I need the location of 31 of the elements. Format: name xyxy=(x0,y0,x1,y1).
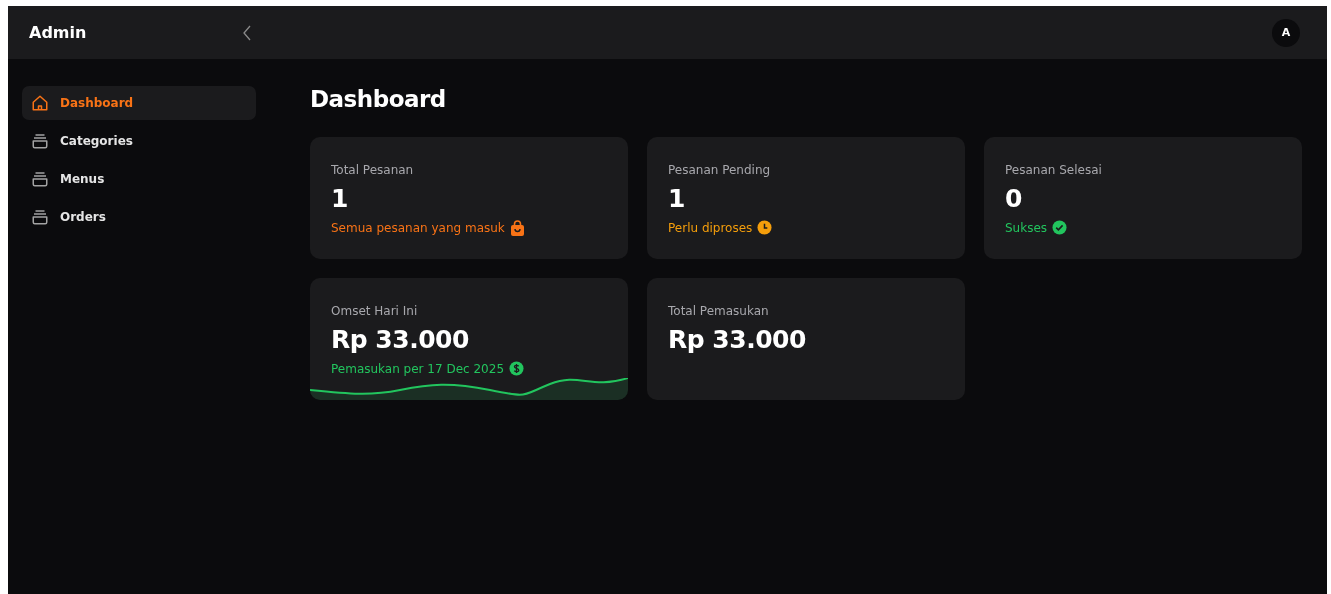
card-note: Semua pesanan yang masuk xyxy=(331,221,505,235)
card-value: Rp 33.000 xyxy=(668,325,806,354)
tray-icon xyxy=(31,132,49,150)
chevron-left-icon xyxy=(242,24,252,41)
clock-icon xyxy=(757,220,773,235)
tray-icon xyxy=(31,170,49,188)
dollar-icon xyxy=(509,361,524,376)
bag-icon xyxy=(509,220,525,236)
sidebar-item[interactable]: Categories xyxy=(22,124,256,158)
tray-icon xyxy=(31,208,49,226)
collapse-button[interactable] xyxy=(242,24,252,41)
card-label: Omset Hari Ini xyxy=(331,304,418,318)
card-value: 0 xyxy=(1005,184,1022,213)
card-note: Sukses xyxy=(1005,220,1048,235)
sidebar-item[interactable]: Orders xyxy=(22,200,256,234)
sidebar-item[interactable]: Dashboard xyxy=(22,86,256,120)
user-avatar[interactable]: A xyxy=(1272,18,1300,47)
card-note: Pemasukan per 17 Dec 2025 xyxy=(331,361,504,376)
card-value: 1 xyxy=(331,184,348,213)
home-icon xyxy=(31,94,49,112)
card-value: Rp 33.000 xyxy=(331,325,469,354)
card-value: 1 xyxy=(668,184,685,213)
card-label: Total Pesanan xyxy=(331,163,414,177)
brand-title: Admin xyxy=(29,23,88,42)
sidebar-item[interactable]: Menus xyxy=(22,162,256,196)
card-label: Pesanan Pending xyxy=(668,163,771,177)
check-circle-icon xyxy=(1052,220,1068,235)
page-title: Dashboard xyxy=(310,86,446,112)
card-note: Perlu diproses xyxy=(668,220,753,235)
card-label: Total Pemasukan xyxy=(668,304,769,318)
card-label: Pesanan Selesai xyxy=(1005,163,1102,177)
